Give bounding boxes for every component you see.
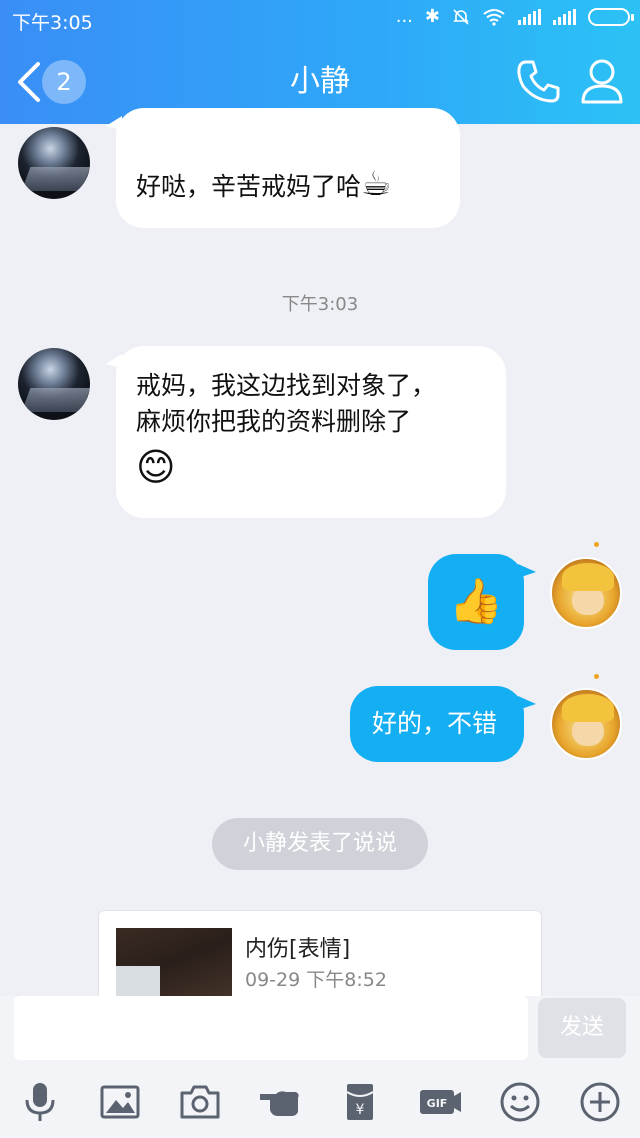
poke-icon[interactable] <box>254 1076 306 1128</box>
emoji-icon[interactable] <box>494 1076 546 1128</box>
red-packet-icon[interactable]: ¥ <box>334 1076 386 1128</box>
signal-icon <box>518 8 541 25</box>
contact-avatar[interactable] <box>18 127 90 199</box>
svg-text:GIF: GIF <box>427 1097 448 1110</box>
back-chevron-icon[interactable] <box>14 60 44 104</box>
profile-icon[interactable] <box>578 56 626 106</box>
coffee-emoji-icon: ☕ <box>361 164 392 204</box>
wifi-icon <box>483 8 505 26</box>
camera-icon[interactable] <box>174 1076 226 1128</box>
unread-count-badge[interactable]: 2 <box>42 60 86 104</box>
plus-icon[interactable] <box>574 1076 626 1128</box>
contact-avatar[interactable] <box>18 348 90 420</box>
image-icon[interactable] <box>94 1076 146 1128</box>
microphone-icon[interactable] <box>14 1076 66 1128</box>
my-avatar[interactable] <box>550 688 622 760</box>
bluetooth-icon: ✱ <box>424 6 440 27</box>
my-avatar[interactable] <box>550 557 622 629</box>
message-bubble-right[interactable]: 好的，不错 <box>350 686 536 762</box>
status-time: 下午3:05 <box>12 12 93 34</box>
battery-icon <box>588 7 634 26</box>
input-bar: 发送 <box>0 996 640 1066</box>
chat-header: 下午3:05 ... ✱ 2 小静 <box>0 0 640 124</box>
post-time: 09-29 下午8:52 <box>245 969 387 991</box>
avatar-status-dot <box>594 542 599 547</box>
message-timestamp: 下午3:03 <box>281 294 359 315</box>
mute-bell-icon <box>453 8 469 25</box>
more-dots-icon: ... <box>395 6 413 27</box>
send-button[interactable]: 发送 <box>538 998 626 1058</box>
message-text: 好哒，辛苦戒妈了哈 <box>136 172 362 201</box>
post-title: 内伤[表情] <box>245 937 351 962</box>
input-toolbar: ¥ GIF <box>0 1066 640 1138</box>
message-text-line: 戒妈，我这边找到对象了， <box>136 371 437 400</box>
thumbs-up-emoji-icon: 👍 <box>448 576 504 627</box>
message-bubble-left[interactable]: 戒妈，我这边找到对象了， 麻烦你把我的资料删除了 😊 <box>106 346 506 518</box>
svg-text:¥: ¥ <box>356 1102 365 1118</box>
avatar-status-dot <box>594 674 599 679</box>
status-icons: ... ✱ <box>395 6 634 27</box>
message-text: 好的，不错 <box>372 709 498 738</box>
smile-emoji-icon: 😊 <box>136 445 176 489</box>
system-notice: 小静发表了说说 <box>212 818 428 870</box>
gif-icon[interactable]: GIF <box>414 1076 466 1128</box>
message-bubble-right[interactable]: 👍 <box>428 554 536 650</box>
signal-icon <box>553 8 576 25</box>
message-text-line: 麻烦你把我的资料删除了 <box>136 407 412 436</box>
phone-icon[interactable] <box>514 56 564 106</box>
message-bubble-left[interactable]: 好哒，辛苦戒妈了哈☕ <box>106 108 460 228</box>
status-bar: 下午3:05 ... ✱ <box>0 0 640 38</box>
message-input[interactable] <box>14 996 528 1060</box>
chat-screen: 下午3:05 ... ✱ 2 小静 好哒，辛苦戒妈了哈☕ 下午3:03 戒妈，我… <box>0 0 640 1138</box>
